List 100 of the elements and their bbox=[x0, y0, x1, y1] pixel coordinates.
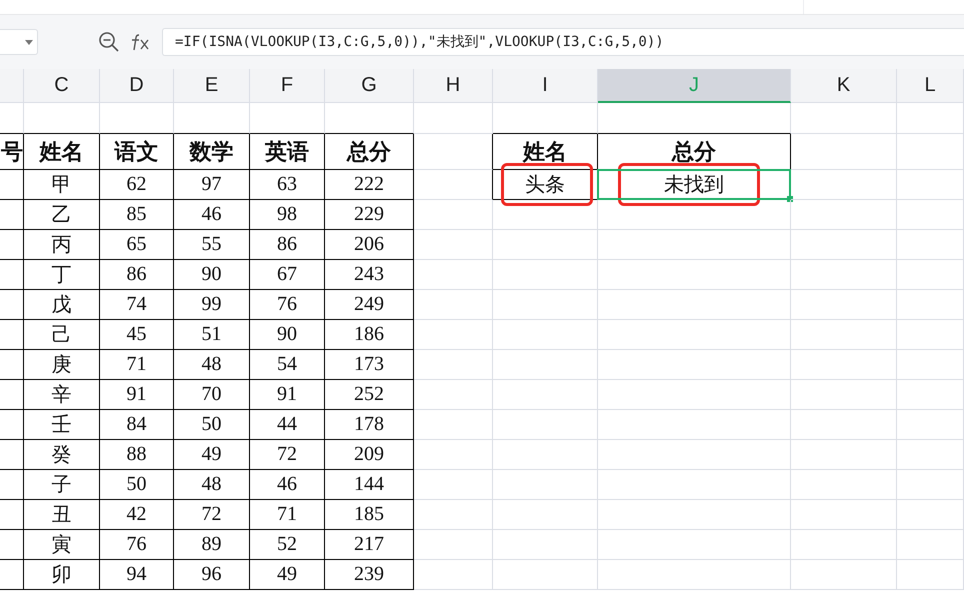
score-cell: 222 bbox=[325, 170, 414, 200]
score-cell: 178 bbox=[325, 410, 414, 440]
name-cell: 戊 bbox=[24, 290, 100, 320]
score-cell: 97 bbox=[174, 170, 250, 200]
grid-cell bbox=[897, 530, 964, 560]
formula-field[interactable]: =IF(ISNA(VLOOKUP(I3,C:G,5,0)),"未找到",VLOOKUP(I3,C:G,5,0)) bbox=[162, 28, 964, 56]
grid-cell bbox=[0, 170, 24, 200]
score-cell: 65 bbox=[100, 230, 174, 260]
score-cell: 98 bbox=[250, 200, 325, 230]
name-cell: 丑 bbox=[24, 500, 100, 530]
score-cell: 44 bbox=[250, 410, 325, 440]
score-cell: 76 bbox=[100, 530, 174, 560]
lookup-cell: 未找到 bbox=[598, 170, 791, 200]
name-cell: 癸 bbox=[24, 440, 100, 470]
name-cell: 甲 bbox=[24, 170, 100, 200]
grid-cell bbox=[0, 380, 24, 410]
column-header[interactable]: F bbox=[250, 69, 325, 103]
name-cell: 庚 bbox=[24, 350, 100, 380]
grid-cell bbox=[0, 500, 24, 530]
score-cell: 49 bbox=[174, 440, 250, 470]
score-cell: 94 bbox=[100, 560, 174, 590]
score-cell: 46 bbox=[174, 200, 250, 230]
score-cell: 84 bbox=[100, 410, 174, 440]
grid-cell bbox=[0, 350, 24, 380]
column-header[interactable]: H bbox=[414, 69, 493, 103]
score-cell: 90 bbox=[174, 260, 250, 290]
grid-cell bbox=[897, 380, 964, 410]
grid-cell bbox=[897, 290, 964, 320]
grid-cell bbox=[897, 560, 964, 590]
score-cell: 71 bbox=[250, 500, 325, 530]
score-cell: 76 bbox=[250, 290, 325, 320]
grid-cell bbox=[897, 500, 964, 530]
score-cell: 96 bbox=[174, 560, 250, 590]
score-cell: 206 bbox=[325, 230, 414, 260]
score-cell: 173 bbox=[325, 350, 414, 380]
grid-cell bbox=[0, 440, 24, 470]
score-cell: 49 bbox=[250, 560, 325, 590]
column-header[interactable]: C bbox=[24, 69, 100, 103]
grid-cell bbox=[0, 530, 24, 560]
name-cell: 壬 bbox=[24, 410, 100, 440]
score-cell: 99 bbox=[174, 290, 250, 320]
score-cell: 229 bbox=[325, 200, 414, 230]
column-header[interactable]: G bbox=[325, 69, 414, 103]
grid-cell bbox=[897, 170, 964, 200]
grid-cell bbox=[0, 470, 24, 500]
grid-cell bbox=[897, 440, 964, 470]
column-header[interactable]: D bbox=[100, 69, 174, 103]
grid-cell bbox=[897, 350, 964, 380]
score-cell: 55 bbox=[174, 230, 250, 260]
column-heading: 姓名 bbox=[24, 134, 100, 170]
column-heading: 总分 bbox=[325, 134, 414, 170]
grid-cell bbox=[897, 470, 964, 500]
column-heading: 语文 bbox=[100, 134, 174, 170]
name-cell: 寅 bbox=[24, 530, 100, 560]
score-cell: 144 bbox=[325, 470, 414, 500]
lookup-cell: 头条 bbox=[493, 170, 598, 200]
column-header[interactable]: I bbox=[493, 69, 598, 103]
score-cell: 48 bbox=[174, 470, 250, 500]
zoom-icon[interactable] bbox=[98, 31, 120, 53]
score-cell: 50 bbox=[100, 470, 174, 500]
score-cell: 72 bbox=[174, 500, 250, 530]
column-heading: 英语 bbox=[250, 134, 325, 170]
grid-cell bbox=[0, 560, 24, 590]
score-cell: 63 bbox=[250, 170, 325, 200]
score-cell: 209 bbox=[325, 440, 414, 470]
name-cell: 丙 bbox=[24, 230, 100, 260]
score-cell: 50 bbox=[174, 410, 250, 440]
score-cell: 70 bbox=[174, 380, 250, 410]
column-heading: 号 bbox=[0, 134, 24, 170]
score-cell: 249 bbox=[325, 290, 414, 320]
score-cell: 91 bbox=[250, 380, 325, 410]
score-cell: 45 bbox=[100, 320, 174, 350]
grid-cell bbox=[897, 103, 964, 134]
column-heading: 数学 bbox=[174, 134, 250, 170]
grid-cell bbox=[897, 200, 964, 230]
grid-cell bbox=[897, 260, 964, 290]
score-cell: 72 bbox=[250, 440, 325, 470]
grid-cell bbox=[897, 320, 964, 350]
column-heading: 姓名 bbox=[493, 134, 598, 170]
score-cell: 252 bbox=[325, 380, 414, 410]
name-cell: 辛 bbox=[24, 380, 100, 410]
name-cell: 卯 bbox=[24, 560, 100, 590]
grid-cell bbox=[897, 410, 964, 440]
score-cell: 48 bbox=[174, 350, 250, 380]
name-cell: 子 bbox=[24, 470, 100, 500]
score-cell: 86 bbox=[100, 260, 174, 290]
score-cell: 62 bbox=[100, 170, 174, 200]
column-header[interactable]: E bbox=[174, 69, 250, 103]
grid-cell bbox=[0, 410, 24, 440]
score-cell: 54 bbox=[250, 350, 325, 380]
score-cell: 243 bbox=[325, 260, 414, 290]
column-header[interactable]: K bbox=[791, 69, 897, 103]
grid-cell bbox=[897, 134, 964, 170]
score-cell: 74 bbox=[100, 290, 174, 320]
column-header[interactable]: L bbox=[897, 69, 964, 103]
grid-cell bbox=[0, 320, 24, 350]
grid-cell bbox=[0, 260, 24, 290]
name-cell: 丁 bbox=[24, 260, 100, 290]
grid-cell bbox=[0, 290, 24, 320]
score-cell: 67 bbox=[250, 260, 325, 290]
